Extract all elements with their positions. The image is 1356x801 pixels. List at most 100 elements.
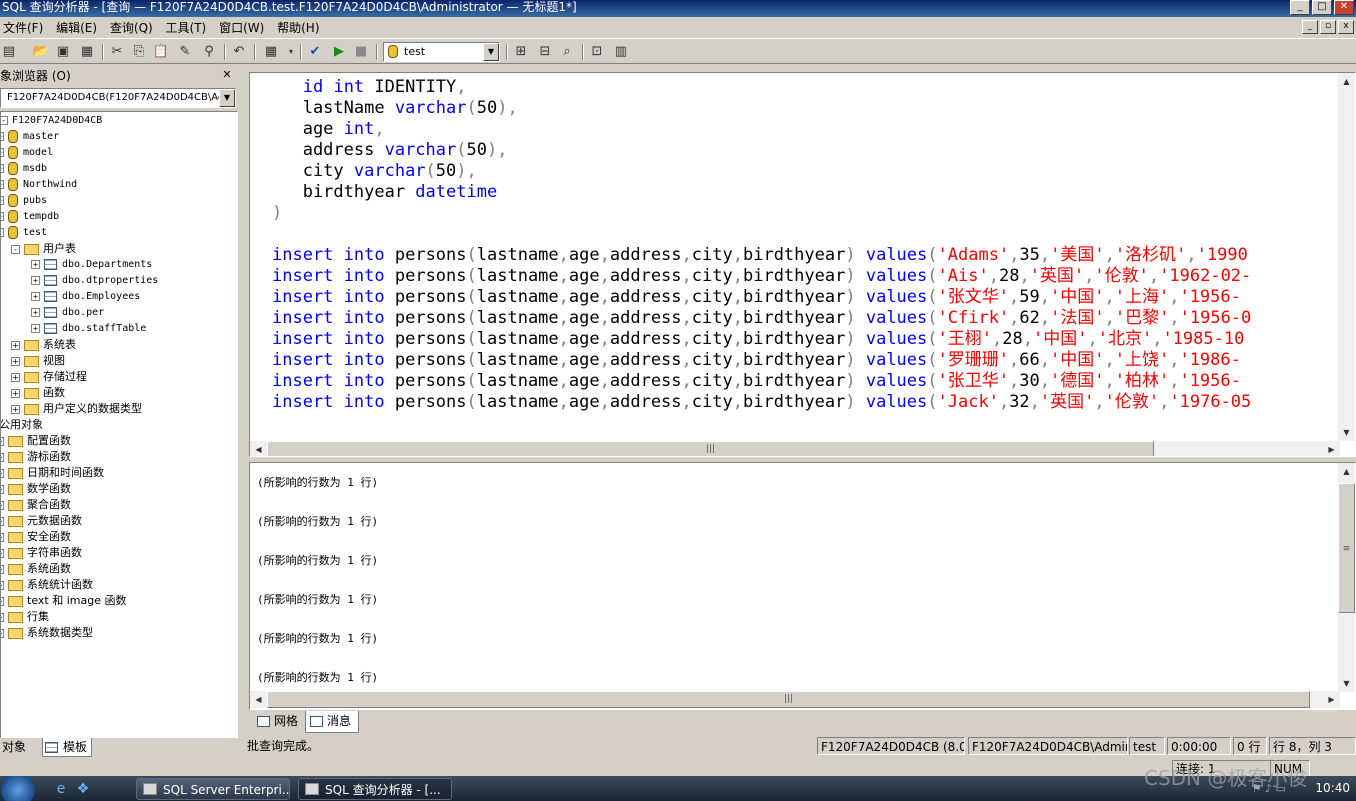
tree-function-group[interactable]: +日期和时间函数 xyxy=(1,465,104,481)
table-icon xyxy=(44,274,57,286)
mdi-restore-button[interactable]: ▫ xyxy=(1320,20,1336,34)
tree-table[interactable]: + dbo.Departments xyxy=(31,257,152,273)
menu-edit[interactable]: 编辑(E) xyxy=(53,17,103,37)
insert-statement[interactable]: insert into persons(lastname,age,address… xyxy=(272,287,1241,307)
clear-window-icon[interactable]: ✎ xyxy=(176,43,194,61)
undo-icon[interactable]: ↶ xyxy=(230,43,248,61)
server-select[interactable]: F120F7A24D0D4CB(F120F7A24D0D4CB\Administ… xyxy=(0,88,236,108)
database-icon xyxy=(8,129,18,143)
task-query-analyzer[interactable]: SQL 查询分析器 - [... xyxy=(298,778,452,800)
tab-messages[interactable]: 消息 xyxy=(305,711,359,733)
tree-function-group[interactable]: +安全函数 xyxy=(1,529,71,545)
tree-stored-procedures[interactable]: + 存储过程 xyxy=(11,369,87,385)
sql-code[interactable]: id int IDENTITY, lastName varchar(50), a… xyxy=(272,77,1251,413)
mdi-minimize-button[interactable]: _ xyxy=(1302,20,1318,34)
tree-db-tempdb[interactable]: +tempdb xyxy=(1,209,59,225)
task-enterprise-manager[interactable]: SQL Server Enterpri... xyxy=(136,778,290,800)
folder-icon xyxy=(24,403,39,415)
tree-db-northwind[interactable]: +Northwind xyxy=(1,177,77,193)
execute-mode-icon[interactable]: ▦ xyxy=(262,43,280,61)
insert-statement[interactable]: insert into persons(lastname,age,address… xyxy=(272,308,1251,328)
tree-function-group[interactable]: +字符串函数 xyxy=(1,545,82,561)
tree-db-pubs[interactable]: +pubs xyxy=(1,193,47,209)
insert-statement[interactable]: insert into persons(lastname,age,address… xyxy=(272,371,1241,391)
tree-functions[interactable]: + 函数 xyxy=(11,385,65,401)
start-button[interactable] xyxy=(0,776,42,801)
chevron-down-icon[interactable]: ▼ xyxy=(483,43,499,61)
tree-function-group[interactable]: +数学函数 xyxy=(1,481,71,497)
show-results-pane-icon[interactable]: ▥ xyxy=(612,43,630,61)
database-select[interactable]: test ▼ xyxy=(383,42,500,62)
insert-statement[interactable]: insert into persons(lastname,age,address… xyxy=(272,245,1248,265)
tree-table[interactable]: + dbo.Employees xyxy=(31,289,140,305)
menu-query[interactable]: 查询(Q) xyxy=(107,17,159,37)
tree-db-model[interactable]: +model xyxy=(1,145,53,161)
tree-function-group[interactable]: +系统函数 xyxy=(1,561,71,577)
insert-statement[interactable]: insert into persons(lastname,age,address… xyxy=(272,350,1241,370)
folder-icon xyxy=(8,611,23,623)
tree-common-objects[interactable]: 公用对象 xyxy=(1,417,43,433)
chevron-down-icon[interactable]: ▾ xyxy=(282,43,300,61)
close-icon[interactable]: ✕ xyxy=(220,68,234,82)
insert-template-icon[interactable]: ▦ xyxy=(78,43,96,61)
tree-function-group[interactable]: +游标函数 xyxy=(1,449,71,465)
object-browser-icon[interactable]: ⊟ xyxy=(536,43,554,61)
insert-statement[interactable]: insert into persons(lastname,age,address… xyxy=(272,266,1251,286)
tab-templates[interactable]: 模板 xyxy=(42,738,92,757)
scroll-thumb: ||| xyxy=(267,441,1154,456)
open-icon[interactable]: 📂 xyxy=(32,43,50,61)
tree-function-group[interactable]: +行集 xyxy=(1,609,49,625)
menu-help[interactable]: 帮助(H) xyxy=(274,17,325,37)
find-icon[interactable]: ⚲ xyxy=(200,43,218,61)
tree-system-tables[interactable]: + 系统表 xyxy=(11,337,76,353)
results-horizontal-scrollbar[interactable]: ◀ ||| ▶ xyxy=(250,691,1340,708)
object-search-icon[interactable]: ⌕ xyxy=(558,43,576,61)
insert-statement[interactable]: insert into persons(lastname,age,address… xyxy=(272,392,1251,412)
mdi-close-button[interactable]: x xyxy=(1338,20,1354,34)
parse-query-icon[interactable]: ✔ xyxy=(306,43,324,61)
insert-statement[interactable]: insert into persons(lastname,age,address… xyxy=(272,329,1244,349)
tree-table[interactable]: + dbo.staffTable xyxy=(31,321,146,337)
paste-icon[interactable]: 📋 xyxy=(152,43,170,61)
chevron-down-icon[interactable]: ▼ xyxy=(219,89,235,107)
save-icon[interactable]: ▣ xyxy=(54,43,72,61)
tree-table[interactable]: + dbo.per xyxy=(31,305,104,321)
tree-table[interactable]: + dbo.dtproperties xyxy=(31,273,158,289)
ie-icon[interactable]: e xyxy=(52,780,70,798)
tree-user-tables[interactable]: - 用户表 xyxy=(11,241,76,257)
query-editor[interactable]: id int IDENTITY, lastName varchar(50), a… xyxy=(249,72,1356,457)
maximize-button[interactable]: □ xyxy=(1312,0,1332,15)
menu-tools[interactable]: 工具(T) xyxy=(163,17,213,37)
new-query-icon[interactable]: ▤ xyxy=(0,43,18,61)
tree-user-defined-types[interactable]: + 用户定义的数据类型 xyxy=(11,401,142,417)
quicklaunch-icon[interactable]: ❖ xyxy=(74,780,92,798)
tree-function-group[interactable]: +配置函数 xyxy=(1,433,71,449)
close-button[interactable]: ✕ xyxy=(1334,0,1354,15)
copy-icon[interactable]: ⎘ xyxy=(130,43,148,61)
editor-vertical-scrollbar[interactable]: ▲ ▼ xyxy=(1338,73,1355,441)
menu-bar: 文件(F) 编辑(E) 查询(Q) 工具(T) 窗口(W) 帮助(H) _ ▫ … xyxy=(0,17,1356,39)
menu-file[interactable]: 文件(F) xyxy=(0,17,49,37)
menu-window[interactable]: 窗口(W) xyxy=(216,17,270,37)
minimize-button[interactable]: _ xyxy=(1290,0,1310,15)
editor-horizontal-scrollbar[interactable]: ◀ ||| ▶ xyxy=(250,441,1340,456)
display-plan-icon[interactable]: ⊞ xyxy=(512,43,530,61)
cut-icon[interactable]: ✂ xyxy=(108,43,126,61)
connection-properties-icon[interactable]: ⊡ xyxy=(588,43,606,61)
results-vertical-scrollbar[interactable]: ▲ ≡ ▼ xyxy=(1338,463,1355,692)
execute-query-icon[interactable]: ▶ xyxy=(330,43,348,61)
tree-function-group[interactable]: +元数据函数 xyxy=(1,513,82,529)
cancel-query-icon[interactable]: ■ xyxy=(352,43,370,61)
tree-db-msdb[interactable]: +msdb xyxy=(1,161,47,177)
tree-function-group[interactable]: +聚合函数 xyxy=(1,497,71,513)
tab-grid[interactable]: 网格 xyxy=(253,711,307,733)
tree-db-master[interactable]: +master xyxy=(1,129,59,145)
tab-objects[interactable]: 对象 xyxy=(0,738,40,757)
tree-function-group[interactable]: +text 和 image 函数 xyxy=(1,593,126,609)
tree-function-group[interactable]: +系统数据类型 xyxy=(1,625,93,641)
database-icon xyxy=(8,145,18,159)
tree-views[interactable]: + 视图 xyxy=(11,353,65,369)
tree-function-group[interactable]: +系统统计函数 xyxy=(1,577,93,593)
tree-db-test[interactable]: -test xyxy=(1,225,47,241)
tree-server-node[interactable]: - F120F7A24D0D4CB xyxy=(1,113,102,129)
